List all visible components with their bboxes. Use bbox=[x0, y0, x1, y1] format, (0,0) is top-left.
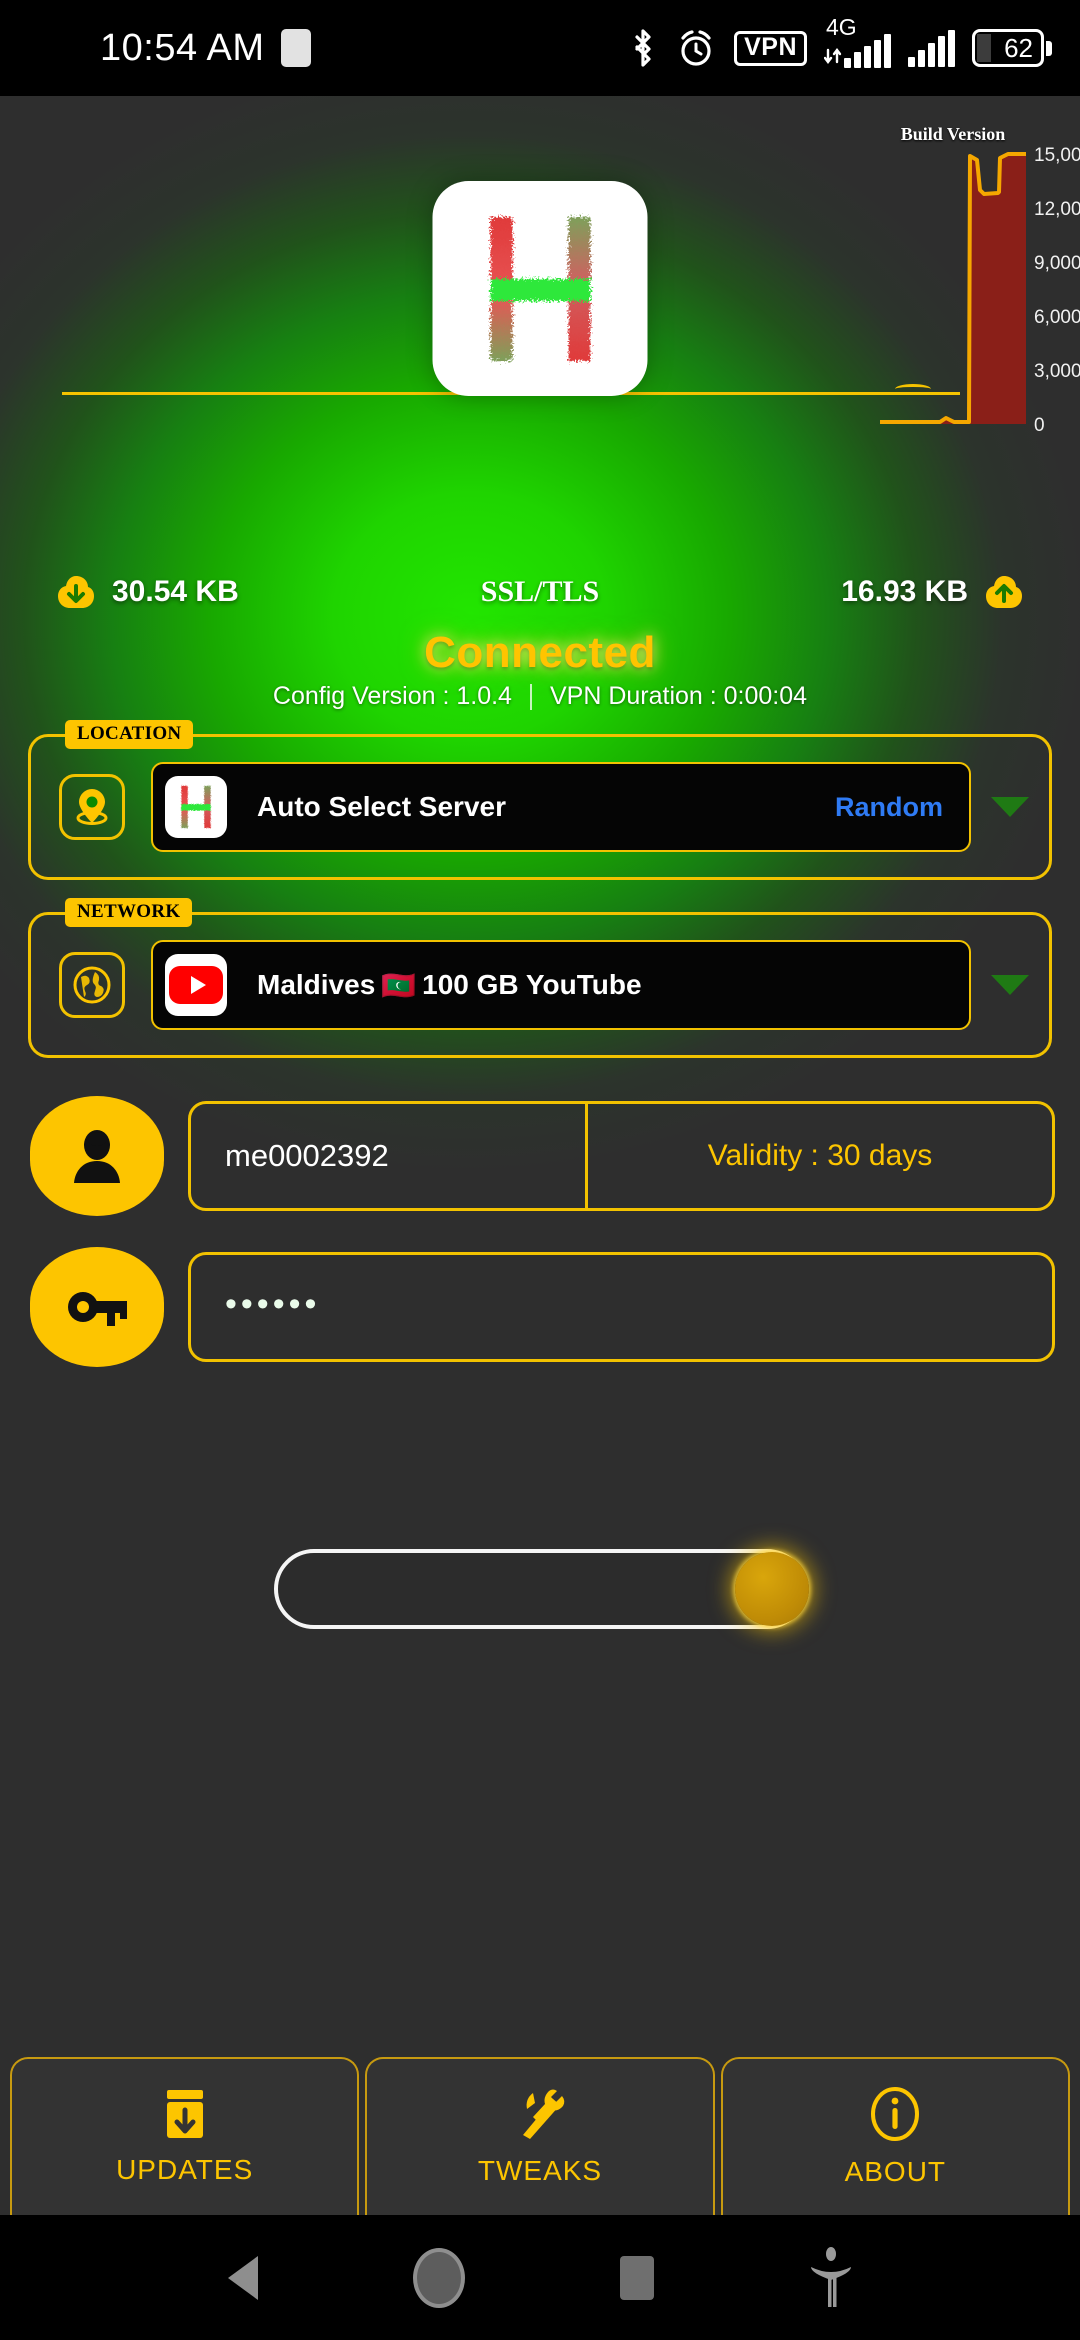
archive-download-icon bbox=[166, 2090, 203, 2138]
chart-ytick: 9,000 bbox=[1034, 253, 1080, 274]
server-mode-label: Random bbox=[835, 791, 943, 822]
bottom-tab-bar: UPDATES TWEAKS ABOUT bbox=[0, 2057, 1080, 2215]
accessibility-icon[interactable] bbox=[809, 2246, 853, 2309]
tab-about-label: ABOUT bbox=[844, 2156, 947, 2187]
globe-icon bbox=[59, 952, 125, 1018]
chart-plot-area bbox=[880, 148, 1026, 424]
location-card-tag: LOCATION bbox=[65, 720, 194, 749]
network-select[interactable]: Maldives 🇲🇻 100 GB YouTube bbox=[151, 940, 971, 1030]
battery-icon: 62 bbox=[972, 29, 1052, 67]
chart-ytick: 15,000 bbox=[1034, 145, 1080, 166]
location-pin-icon bbox=[59, 774, 125, 840]
password-field[interactable]: •••••• bbox=[188, 1252, 1055, 1362]
username-field[interactable]: me0002392 Validity : 30 days bbox=[188, 1101, 1055, 1211]
status-bar-clock: 10:54 AM bbox=[100, 26, 265, 69]
location-card[interactable]: LOCATION Auto Select Server Random bbox=[28, 720, 1052, 880]
connection-status: Connected bbox=[424, 628, 656, 677]
alarm-icon bbox=[681, 30, 711, 66]
tab-about[interactable]: ABOUT bbox=[720, 2057, 1070, 2215]
back-triangle-icon[interactable] bbox=[227, 2255, 258, 2300]
tab-updates[interactable]: UPDATES bbox=[10, 2057, 360, 2215]
chevron-down-icon bbox=[991, 797, 1029, 817]
connect-toggle-knob[interactable] bbox=[735, 1552, 809, 1626]
connection-meta: Config Version : 1.0.4 VPN Duration : 0:… bbox=[0, 682, 1080, 711]
chart-y-axis: 15,000 12,000 9,000 6,000 3,000 0 bbox=[1030, 145, 1080, 435]
network-card[interactable]: NETWORK Maldives 🇲🇻 100 GB YouTube bbox=[28, 898, 1052, 1058]
network-card-tag: NETWORK bbox=[65, 898, 193, 927]
signal-4g-icon: 4G bbox=[824, 16, 891, 68]
vpn-badge: VPN bbox=[734, 30, 807, 66]
app-logo bbox=[432, 181, 648, 396]
tab-updates-label: UPDATES bbox=[116, 2154, 254, 2185]
chart-ytick: 0 bbox=[1034, 415, 1045, 436]
user-icon bbox=[30, 1096, 164, 1216]
location-dropdown-button[interactable] bbox=[971, 797, 1049, 817]
network-country: Maldives bbox=[257, 969, 376, 1000]
home-circle-icon[interactable] bbox=[412, 2247, 465, 2308]
notification-chip-icon bbox=[280, 29, 311, 67]
network-plan: 100 GB YouTube bbox=[422, 969, 642, 1000]
bluetooth-icon bbox=[635, 29, 651, 67]
build-version-chart: Build Version 15,000 12,000 9,000 6,000 … bbox=[880, 124, 1080, 444]
hammer-wrench-icon bbox=[522, 2089, 565, 2139]
chart-ytick: 12,000 bbox=[1034, 199, 1080, 220]
data-arrows-icon bbox=[824, 48, 842, 64]
vpn-duration-label: VPN Duration : 0:00:04 bbox=[549, 682, 808, 710]
validity-label: Validity : 30 days bbox=[707, 1139, 933, 1172]
tab-tweaks-label: TWEAKS bbox=[477, 2155, 603, 2186]
recents-square-icon[interactable] bbox=[619, 2255, 654, 2300]
username-row: me0002392 Validity : 30 days bbox=[30, 1096, 1055, 1216]
meta-divider bbox=[529, 683, 532, 710]
config-version-label: Config Version : 1.0.4 bbox=[272, 682, 512, 710]
app-screen: Build Version 15,000 12,000 9,000 6,000 … bbox=[0, 96, 1080, 2215]
chart-ytick: 3,000 bbox=[1034, 361, 1080, 382]
username-value[interactable]: me0002392 bbox=[191, 1104, 585, 1208]
signal-bars-sim2 bbox=[908, 29, 955, 67]
info-circle-icon bbox=[871, 2087, 920, 2141]
chart-ytick: 6,000 bbox=[1034, 307, 1080, 328]
chart-baseline-bump bbox=[895, 384, 931, 394]
password-row: •••••• bbox=[30, 1247, 1055, 1367]
network-type-label: 4G bbox=[826, 14, 857, 40]
chart-title: Build Version bbox=[900, 124, 1006, 144]
server-thumb-icon bbox=[165, 776, 227, 838]
password-value-masked: •••••• bbox=[225, 1285, 321, 1323]
protocol-label: SSL/TLS bbox=[480, 575, 600, 608]
network-name-label: Maldives 🇲🇻 100 GB YouTube bbox=[257, 969, 642, 1002]
status-bar: 10:54 AM VPN 4G 62 bbox=[0, 0, 1080, 96]
tab-tweaks[interactable]: TWEAKS bbox=[365, 2057, 715, 2215]
network-dropdown-button[interactable] bbox=[971, 975, 1049, 995]
maldives-flag-icon: 🇲🇻 bbox=[381, 969, 417, 1001]
key-icon bbox=[30, 1247, 164, 1367]
status-bar-icons: VPN 4G 62 bbox=[628, 16, 1052, 69]
server-name-label: Auto Select Server bbox=[257, 791, 506, 822]
chevron-down-icon bbox=[991, 975, 1029, 995]
location-select[interactable]: Auto Select Server Random bbox=[151, 762, 971, 852]
speed-row: 30.54 KB SSL/TLS 16.93 KB bbox=[0, 561, 1080, 623]
youtube-icon bbox=[165, 954, 227, 1016]
battery-level-label: 62 bbox=[1004, 32, 1033, 63]
connect-toggle[interactable] bbox=[274, 1549, 809, 1629]
android-nav-bar bbox=[0, 2215, 1080, 2340]
